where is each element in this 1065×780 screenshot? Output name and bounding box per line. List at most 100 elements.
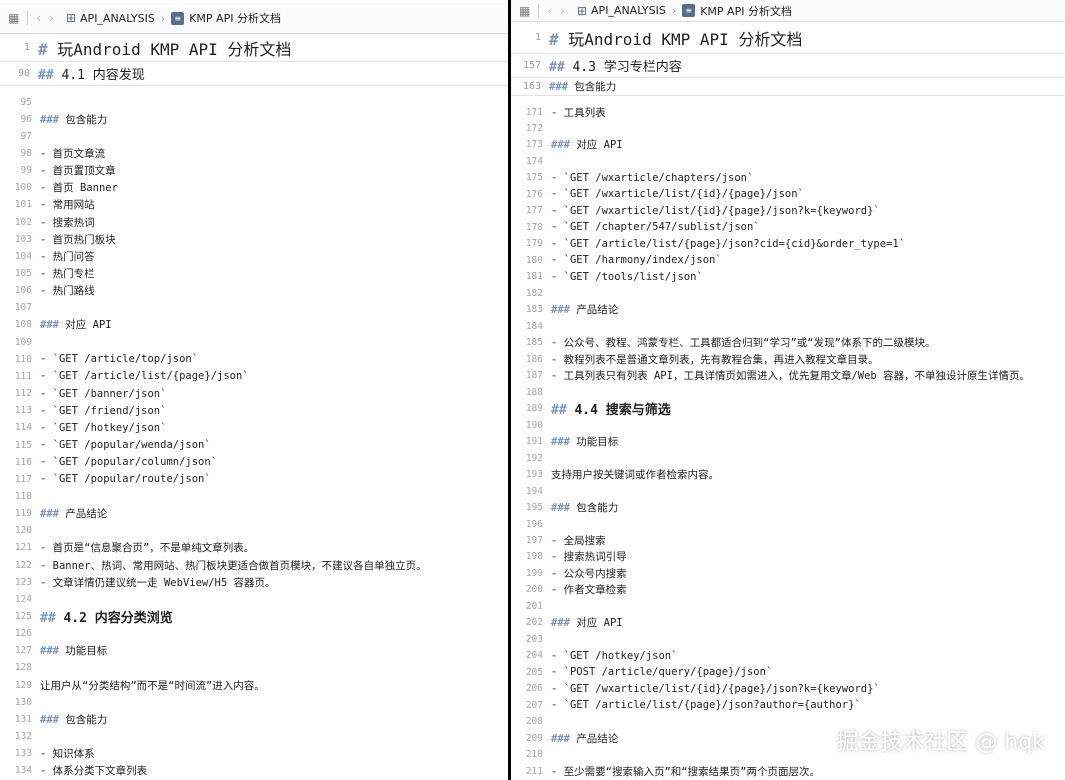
editor-line[interactable]: 187- 工具列表只有列表 API，工具详情页如需进入，优先复用文章/Web 容… xyxy=(511,368,1065,384)
editor-line[interactable]: 129 让用户从“分类结构”而不是“时间流”进入内容。 xyxy=(0,677,508,693)
sticky-heading[interactable]: 163 ### 包含能力 xyxy=(511,78,1065,96)
editor-line[interactable]: 124 xyxy=(0,591,508,607)
editor-line[interactable]: 172 xyxy=(511,120,1065,136)
line-number: 134 xyxy=(14,765,32,777)
editor-line[interactable]: 105 - 热门专栏 xyxy=(0,266,508,282)
editor-line[interactable]: 173 ### 对应 API xyxy=(511,137,1065,153)
editor-line[interactable]: 198- 搜索热词引导 xyxy=(511,549,1065,565)
line-number: 191 xyxy=(525,436,543,448)
editor-line[interactable]: 113- `GET /friend/json` xyxy=(0,403,508,419)
editor-line[interactable]: 109 xyxy=(0,334,508,350)
editor-line[interactable]: 191 ### 功能目标 xyxy=(511,434,1065,450)
editor-line[interactable]: 181- `GET /tools/list/json` xyxy=(511,269,1065,285)
editor-line[interactable]: 126 xyxy=(0,626,508,642)
editor-line[interactable]: 112- `GET /banner/json` xyxy=(0,386,508,402)
editor-line[interactable]: 130 xyxy=(0,694,508,710)
editor-line[interactable]: 104 - 热门问答 xyxy=(0,248,508,264)
editor-line[interactable]: 207- `GET /article/list/{page}/json?auth… xyxy=(511,697,1065,713)
editor-line[interactable]: 101- 常用网站 xyxy=(0,197,508,213)
editor-line[interactable]: 205- `POST /article/query/{page}/json` xyxy=(511,664,1065,680)
editor-line[interactable]: 211- 至少需要“搜索输入页”和“搜索结果页”两个页面层次。 xyxy=(511,763,1065,779)
editor-line[interactable]: 132 xyxy=(0,729,508,745)
editor-line[interactable]: 122- Banner、热词、常用网站、热门板块更适合做首页模块，不建议各自单独… xyxy=(0,557,508,573)
editor-line[interactable]: 183 ### 产品结论 xyxy=(511,302,1065,318)
editor-line[interactable]: 180- `GET /harmony/index/json` xyxy=(511,252,1065,268)
editor-line[interactable]: 118 xyxy=(0,488,508,504)
editor-line[interactable]: 174 xyxy=(511,153,1065,169)
editor-line[interactable]: 192 xyxy=(511,450,1065,466)
markdown-marker: - xyxy=(551,666,564,679)
editor-line[interactable]: 196 xyxy=(511,516,1065,532)
editor-line[interactable]: 197- 全局搜索 xyxy=(511,532,1065,548)
editor-line[interactable]: 102- 搜索热词 xyxy=(0,214,508,230)
editor-line[interactable]: 103- 首页热门板块 xyxy=(0,231,508,247)
editor-line[interactable]: 116- `GET /popular/column/json` xyxy=(0,454,508,470)
sticky-heading[interactable]: 1 # 玩Android KMP API 分析文档 xyxy=(511,22,1065,54)
editor-line[interactable]: 176- `GET /wxarticle/list/{id}/{page}/js… xyxy=(511,186,1065,202)
editor-line[interactable]: 125 ## 4.2 内容分类浏览 xyxy=(0,609,508,626)
editor-line[interactable]: 190 xyxy=(511,417,1065,433)
editor-line[interactable]: 108 ### 对应 API xyxy=(0,317,508,333)
editor-line[interactable]: 178- `GET /chapter/547/sublist/json` xyxy=(511,219,1065,235)
editor-line[interactable]: 203 xyxy=(511,631,1065,647)
sticky-heading[interactable]: 90 ## 4.1 内容发现 xyxy=(0,62,508,86)
breadcrumb-folder[interactable]: API_ANALYSIS xyxy=(591,4,666,17)
editor-line[interactable]: 107 xyxy=(0,300,508,316)
grid-icon[interactable]: ▦ xyxy=(8,11,19,25)
editor-line[interactable]: 115- `GET /popular/wenda/json` xyxy=(0,437,508,453)
editor-line[interactable]: 100- 首页 Banner xyxy=(0,180,508,196)
editor-line[interactable]: 202 ### 对应 API xyxy=(511,615,1065,631)
editor-line[interactable]: 193 支持用户按关键词或作者检索内容。 xyxy=(511,467,1065,483)
back-chevron-icon[interactable]: ‹ xyxy=(36,11,41,25)
editor-line[interactable]: 195 ### 包含能力 xyxy=(511,500,1065,516)
editor-line[interactable]: 175- `GET /wxarticle/chapters/json` xyxy=(511,170,1065,186)
editor-line[interactable]: 110- `GET /article/top/json` xyxy=(0,351,508,367)
editor-line[interactable]: 114- `GET /hotkey/json` xyxy=(0,420,508,436)
editor-line[interactable]: 99- 首页置顶文章 xyxy=(0,163,508,179)
editor-line[interactable]: 171- 工具列表 xyxy=(511,104,1065,120)
editor-line[interactable]: 194 xyxy=(511,483,1065,499)
editor-line[interactable]: 117- `GET /popular/route/json` xyxy=(0,471,508,487)
editor-line[interactable]: 134- 体系分类下文章列表 xyxy=(0,763,508,779)
markdown-marker: - xyxy=(40,576,53,589)
breadcrumb-folder[interactable]: API_ANALYSIS xyxy=(80,12,155,25)
editor-line[interactable]: 189 ## 4.4 搜索与筛选 xyxy=(511,401,1065,418)
editor-line[interactable]: 128 xyxy=(0,660,508,676)
editor-line[interactable]: 184 xyxy=(511,318,1065,334)
editor-line[interactable]: 133- 知识体系 xyxy=(0,746,508,762)
line-number: 127 xyxy=(14,645,32,657)
editor-line[interactable]: 98- 首页文章流 xyxy=(0,145,508,161)
line-number: 188 xyxy=(525,386,543,398)
breadcrumb-file[interactable]: KMP API 分析文档 xyxy=(189,10,281,26)
editor-line[interactable]: 179- `GET /article/list/{page}/json?cid=… xyxy=(511,236,1065,252)
line-number: 116 xyxy=(14,456,32,468)
editor-line[interactable]: 182 xyxy=(511,285,1065,301)
editor-line[interactable]: 185- 公众号、教程、鸿蒙专栏、工具都适合归到“学习”或“发现”体系下的二级模… xyxy=(511,335,1065,351)
editor-line[interactable]: 127 ### 功能目标 xyxy=(0,643,508,659)
editor-line[interactable]: 131 ### 包含能力 xyxy=(0,711,508,727)
editor-line[interactable]: 123- 文章详情仍建议统一走 WebView/H5 容器页。 xyxy=(0,574,508,590)
forward-chevron-icon[interactable]: › xyxy=(49,11,54,25)
editor-line[interactable]: 200- 作者文章检索 xyxy=(511,582,1065,598)
sticky-heading[interactable]: 1 # 玩Android KMP API 分析文档 xyxy=(0,34,508,62)
editor-line[interactable]: 119 ### 产品结论 xyxy=(0,506,508,522)
editor-line[interactable]: 188 xyxy=(511,384,1065,400)
editor-line[interactable]: 201 xyxy=(511,598,1065,614)
editor-line[interactable]: 96 ### 包含能力 xyxy=(0,111,508,127)
editor-line[interactable]: 177- `GET /wxarticle/list/{id}/{page}/js… xyxy=(511,203,1065,219)
editor-line[interactable]: 186- 教程列表不是普通文章列表，先有教程合集，再进入教程文章目录。 xyxy=(511,351,1065,367)
back-chevron-icon[interactable]: ‹ xyxy=(547,4,552,18)
sticky-heading[interactable]: 157 ## 4.3 学习专栏内容 xyxy=(511,54,1065,78)
editor-line[interactable]: 120 xyxy=(0,523,508,539)
editor-line[interactable]: 204- `GET /hotkey/json` xyxy=(511,648,1065,664)
editor-line[interactable]: 106 - 热门路线 xyxy=(0,283,508,299)
breadcrumb-file[interactable]: KMP API 分析文档 xyxy=(700,3,792,19)
editor-line[interactable]: 95 xyxy=(0,94,508,110)
editor-line[interactable]: 199- 公众号内搜索 xyxy=(511,565,1065,581)
editor-line[interactable]: 206- `GET /wxarticle/list/{id}/{page}/js… xyxy=(511,681,1065,697)
grid-icon[interactable]: ▦ xyxy=(519,4,530,18)
editor-line[interactable]: 97 xyxy=(0,128,508,144)
editor-line[interactable]: 121- 首页是“信息聚合页”，不是单纯文章列表。 xyxy=(0,540,508,556)
forward-chevron-icon[interactable]: › xyxy=(560,4,565,18)
editor-line[interactable]: 111- `GET /article/list/{page}/json` xyxy=(0,368,508,384)
